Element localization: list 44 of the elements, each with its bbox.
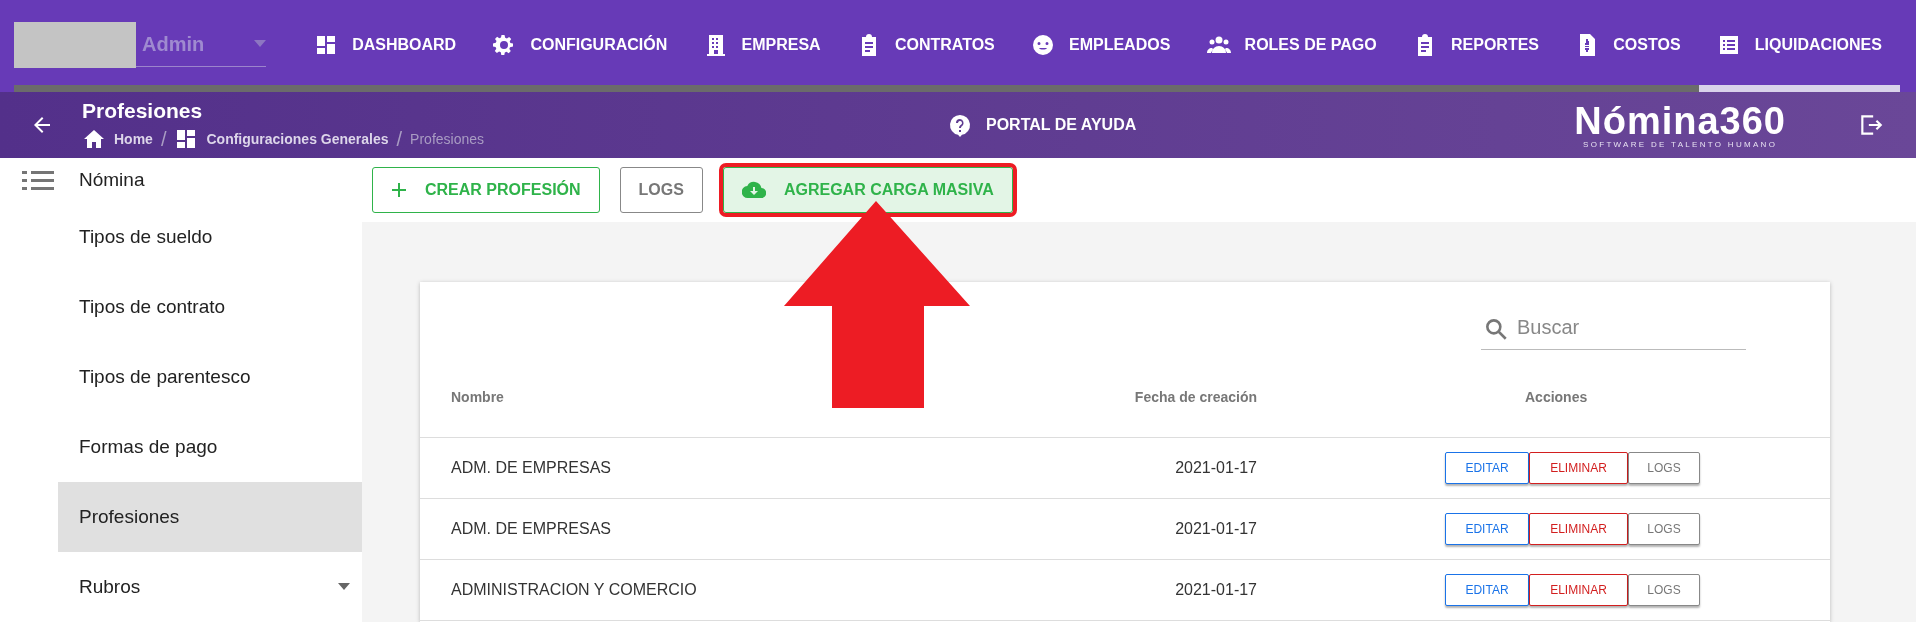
home-icon: [82, 127, 106, 151]
breadcrumb-separator: /: [396, 127, 403, 151]
table-cell: ADMINISTRACION Y COMERCIO: [420, 560, 1067, 621]
table-cell: ADM. DE EMPRESAS: [420, 499, 1067, 560]
delete-button[interactable]: ELIMINAR: [1529, 452, 1628, 484]
logo-tagline: SOFTWARE DE TALENTO HUMANO: [1583, 139, 1778, 149]
table-cell: 2021-01-17: [1067, 438, 1257, 499]
column-header: Fecha de creación: [1067, 350, 1257, 438]
column-header: Acciones: [1257, 350, 1830, 438]
sidebar-item[interactable]: Profesiones: [58, 482, 362, 552]
logs-button[interactable]: LOGS: [1628, 574, 1700, 606]
search-field[interactable]: Buscar: [1481, 310, 1746, 350]
breadcrumb-current: Profesiones: [410, 131, 485, 147]
plus-icon: [391, 182, 407, 198]
sidebar-item[interactable]: Formas de pago: [58, 412, 362, 482]
sidebar-item[interactable]: Rubros: [58, 552, 362, 622]
delete-button[interactable]: ELIMINAR: [1529, 574, 1628, 606]
help-icon: [948, 113, 972, 137]
caret-icon: [254, 40, 266, 48]
breadcrumb-link[interactable]: Configuraciones Generales: [206, 131, 389, 147]
sidebar-item[interactable]: Tipos de contrato: [58, 272, 362, 342]
logs-button[interactable]: LOGS: [1628, 513, 1700, 545]
sidebar-item[interactable]: Tipos de sueldo: [58, 202, 362, 272]
caret-icon: [338, 583, 350, 591]
help-portal-button[interactable]: PORTAL DE AYUDA: [942, 112, 1143, 138]
face-icon: [1031, 32, 1055, 57]
sidebar-item[interactable]: Nómina: [0, 158, 362, 202]
logs-button[interactable]: LOGS: [619, 167, 703, 213]
edit-button[interactable]: EDITAR: [1445, 513, 1529, 545]
page-title: Profesiones: [82, 99, 204, 123]
edit-button[interactable]: EDITAR: [1445, 452, 1529, 484]
edit-button[interactable]: EDITAR: [1445, 574, 1529, 606]
search-icon: [1483, 316, 1509, 342]
table-cell: 2021-01-17: [1067, 560, 1257, 621]
table-cell: 2021-01-17: [1067, 499, 1257, 560]
logout-icon[interactable]: [1858, 112, 1884, 138]
breadcrumb-link[interactable]: Home: [114, 131, 153, 147]
logs-button[interactable]: LOGS: [1628, 452, 1700, 484]
list-icon: [22, 168, 54, 192]
delete-button[interactable]: ELIMINAR: [1529, 513, 1628, 545]
sidebar-item[interactable]: Tipos de parentesco: [58, 342, 362, 412]
breadcrumb-separator: /: [160, 127, 167, 151]
logo-text: Nómina360: [1574, 101, 1786, 140]
table-cell: ADM. DE EMPRESAS: [420, 438, 1067, 499]
